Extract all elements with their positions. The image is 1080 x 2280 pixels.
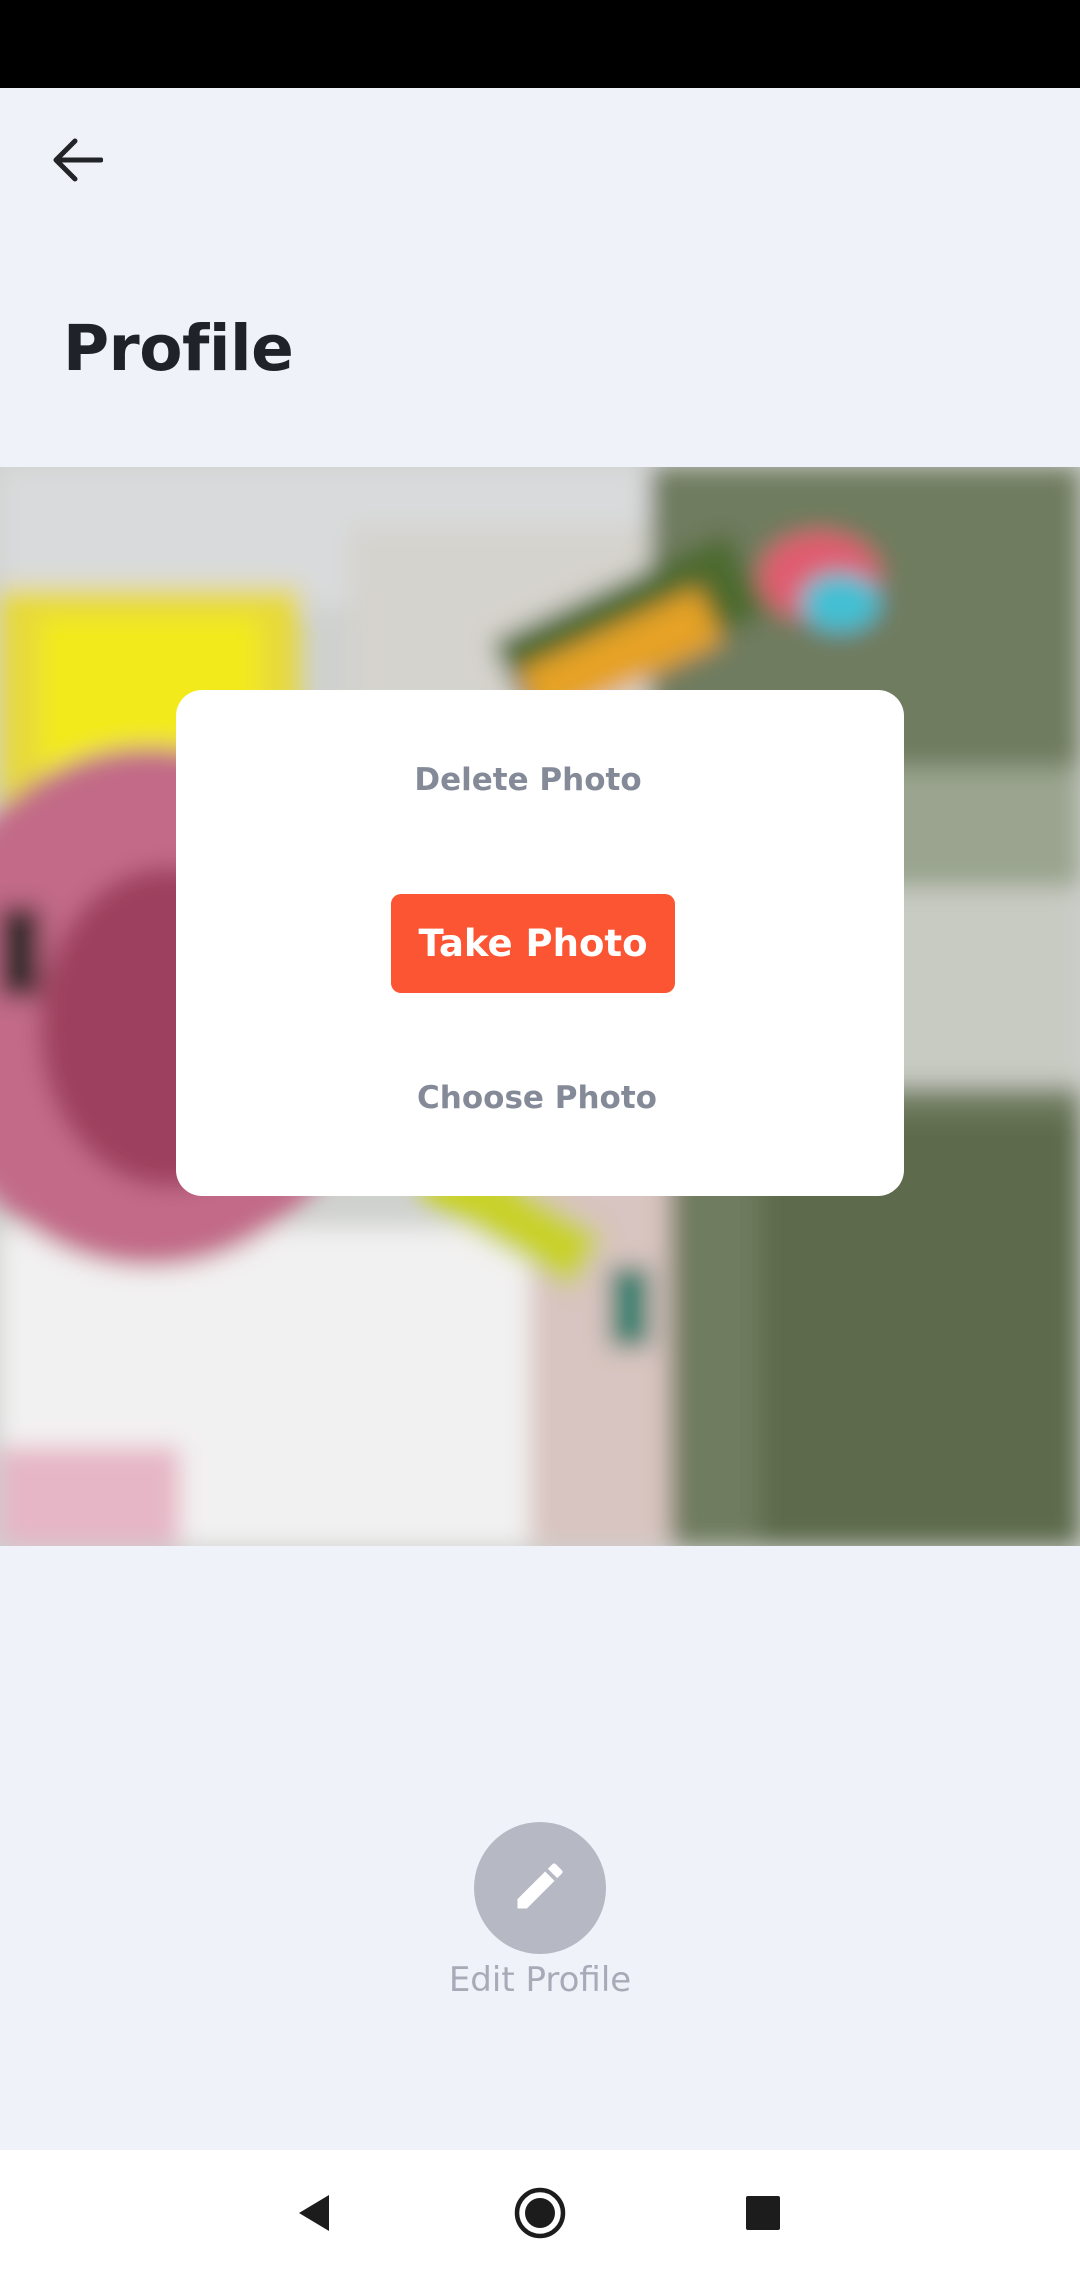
nav-back-icon (293, 2191, 333, 2240)
app-header (0, 88, 1080, 468)
system-nav-bar (0, 2150, 1080, 2280)
nav-recents-icon (744, 2194, 782, 2237)
edit-profile-button[interactable]: Edit Profile (390, 1822, 690, 2002)
nav-home-button[interactable] (490, 2150, 590, 2280)
take-photo-button[interactable]: Take Photo (391, 894, 675, 993)
edit-profile-circle (474, 1822, 606, 1954)
nav-back-button[interactable] (263, 2150, 363, 2280)
photo-options-dialog: Delete Photo Take Photo Choose Photo (176, 690, 904, 1196)
status-bar (0, 0, 1080, 88)
pencil-icon (510, 1856, 570, 1921)
choose-photo-button[interactable]: Choose Photo (173, 1080, 901, 1116)
delete-photo-button[interactable]: Delete Photo (164, 762, 892, 798)
nav-home-icon (512, 2185, 568, 2246)
edit-profile-label: Edit Profile (448, 1960, 632, 2000)
arrow-left-icon (51, 137, 104, 188)
nav-recents-button[interactable] (713, 2150, 813, 2280)
page-title: Profile (63, 312, 294, 385)
back-button[interactable] (40, 125, 114, 199)
